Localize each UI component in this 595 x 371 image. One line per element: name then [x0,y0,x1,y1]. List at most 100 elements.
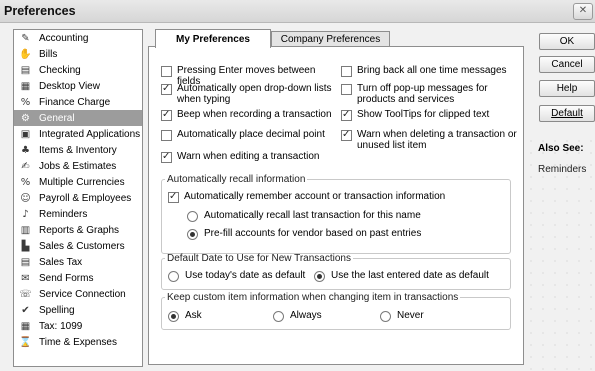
option-bring-back[interactable]: Bring back all one time messages [341,65,519,77]
checkbox[interactable] [161,151,172,163]
tax-1099-icon: ▦ [20,320,31,332]
sidebar-item-general[interactable]: ⚙ General [14,110,142,126]
option-label: Automatically remember account or transa… [184,191,446,202]
sidebar-item-label: Reminders [39,208,88,220]
checkbox[interactable] [341,109,352,121]
checkbox[interactable] [161,130,172,141]
sidebar-item-label: Multiple Currencies [39,176,125,188]
option-remember-info[interactable]: Automatically remember account or transa… [168,191,498,203]
send-forms-icon: ✉ [21,272,30,284]
reports-graphs-icon: ▥ [20,224,31,236]
service-connection-icon: ☏ [19,288,32,300]
sidebar-item-label: Send Forms [39,272,94,284]
preferences-window: Preferences ✕ ✎ Accounting ✋ Bills ▤ Checking… [0,0,595,371]
radio-button[interactable] [187,211,198,222]
radio-use-last-date[interactable]: Use the last entered date as default [314,270,504,282]
sidebar-item-label: Tax: 1099 [39,320,83,332]
sidebar-item-accounting[interactable]: ✎ Accounting [14,30,142,46]
sidebar-item-jobs-estimates[interactable]: ✍ Jobs & Estimates [14,158,142,174]
sidebar-item-finance-charge[interactable]: % Finance Charge [14,94,142,110]
reminders-icon: ♪ [22,208,29,220]
tab-my-preferences-label: My Preferences [176,33,250,45]
preference-category-list[interactable]: ✎ Accounting ✋ Bills ▤ Checking ▦ Desktop View%… [13,29,143,367]
checkbox[interactable] [168,191,179,203]
option-warn-deleting[interactable]: Warn when deleting a transaction or unus… [341,129,519,151]
checkbox[interactable] [341,66,352,77]
sidebar-item-multiple-currencies[interactable]: % Multiple Currencies [14,174,142,190]
sidebar-item-reminders[interactable]: ♪ Reminders [14,206,142,222]
option-auto-dropdown[interactable]: Automatically open drop-down lists when … [161,83,336,105]
cancel-button[interactable]: Cancel [539,56,595,73]
finance-charge-icon: % [20,96,31,108]
sidebar-item-reports-graphs[interactable]: ▥ Reports & Graphs [14,222,142,238]
sidebar-item-payroll-employees[interactable]: ☺ Payroll & Employees [14,190,142,206]
option-tooltips[interactable]: Show ToolTips for clipped text [341,109,519,121]
items-inventory-icon: ♣ [21,144,30,156]
radio-always[interactable]: Always [273,310,343,322]
sidebar-item-label: Accounting [39,32,89,44]
sidebar-item-label: Items & Inventory [39,144,117,156]
option-decimal[interactable]: Automatically place decimal point [161,129,336,141]
option-label: Turn off pop-up messages for products an… [357,83,488,105]
sidebar-item-time-expenses[interactable]: ⌛ Time & Expenses [14,334,142,350]
radio-recall-last-transaction[interactable]: Automatically recall last transaction fo… [187,210,497,222]
radio-label: Never [397,310,424,321]
option-label: Warn when editing a transaction [177,151,320,162]
radio-button[interactable] [168,311,179,322]
multiple-currencies-icon: % [20,176,31,188]
jobs-estimates-icon: ✍ [21,160,30,172]
checkbox[interactable] [341,84,352,95]
radio-button[interactable] [380,311,391,322]
radio-button[interactable] [168,271,179,282]
sidebar-item-label: Spelling [39,304,75,316]
sidebar-item-checking[interactable]: ▤ Checking [14,62,142,78]
option-label: Automatically open drop-down lists when … [177,83,332,105]
sidebar-item-bills[interactable]: ✋ Bills [14,46,142,62]
close-icon[interactable]: ✕ [573,3,593,20]
sidebar-item-sales-tax[interactable]: ▤ Sales Tax [14,254,142,270]
default-button[interactable]: Default [539,105,595,122]
checkbox[interactable] [341,129,352,141]
option-beep[interactable]: Beep when recording a transaction [161,109,336,121]
accounting-icon: ✎ [21,32,30,44]
checkbox[interactable] [161,83,172,95]
tab-my-preferences[interactable]: My Preferences [155,29,271,48]
also-see-link-reminders[interactable]: Reminders [538,164,586,175]
radio-never[interactable]: Never [380,310,450,322]
option-label: Show ToolTips for clipped text [357,109,490,120]
radio-label: Automatically recall last transaction fo… [204,210,421,221]
radio-prefill-accounts[interactable]: Pre-fill accounts for vendor based on pa… [187,228,497,240]
radio-use-today[interactable]: Use today's date as default [168,270,318,282]
radio-label: Always [290,310,322,321]
radio-ask[interactable]: Ask [168,310,228,322]
sidebar-item-spelling[interactable]: ✔ Spelling [14,302,142,318]
radio-button[interactable] [187,229,198,240]
recall-legend: Automatically recall information [167,174,306,185]
spelling-icon: ✔ [21,304,30,316]
sales-customers-icon: ▙ [21,240,30,252]
also-see-title: Also See: [538,143,584,154]
radio-button[interactable] [273,311,284,322]
sidebar-item-label: General [39,112,75,124]
checking-icon: ▤ [20,64,31,76]
checkbox[interactable] [161,109,172,121]
option-label: Beep when recording a transaction [177,109,332,120]
sidebar-item-service-connection[interactable]: ☏ Service Connection [14,286,142,302]
sidebar-item-label: Bills [39,48,58,60]
sidebar-item-label: Time & Expenses [39,336,117,348]
sidebar-item-label: Desktop View [39,80,100,92]
sidebar-item-sales-customers[interactable]: ▙ Sales & Customers [14,238,142,254]
checkbox[interactable] [161,66,172,77]
tab-company-preferences[interactable]: Company Preferences [271,31,390,46]
option-warn-editing[interactable]: Warn when editing a transaction [161,151,336,163]
sidebar-item-tax-1099[interactable]: ▦ Tax: 1099 [14,318,142,334]
sidebar-item-items-inventory[interactable]: ♣ Items & Inventory [14,142,142,158]
radio-button[interactable] [314,271,325,282]
ok-button[interactable]: OK [539,33,595,50]
sidebar-item-send-forms[interactable]: ✉ Send Forms [14,270,142,286]
sidebar-item-desktop-view[interactable]: ▦ Desktop View [14,78,142,94]
option-popup-off[interactable]: Turn off pop-up messages for products an… [341,83,506,105]
radio-label: Ask [185,310,202,321]
sidebar-item-integrated-applications[interactable]: ▣ Integrated Applications [14,126,142,142]
help-button[interactable]: Help [539,80,595,97]
